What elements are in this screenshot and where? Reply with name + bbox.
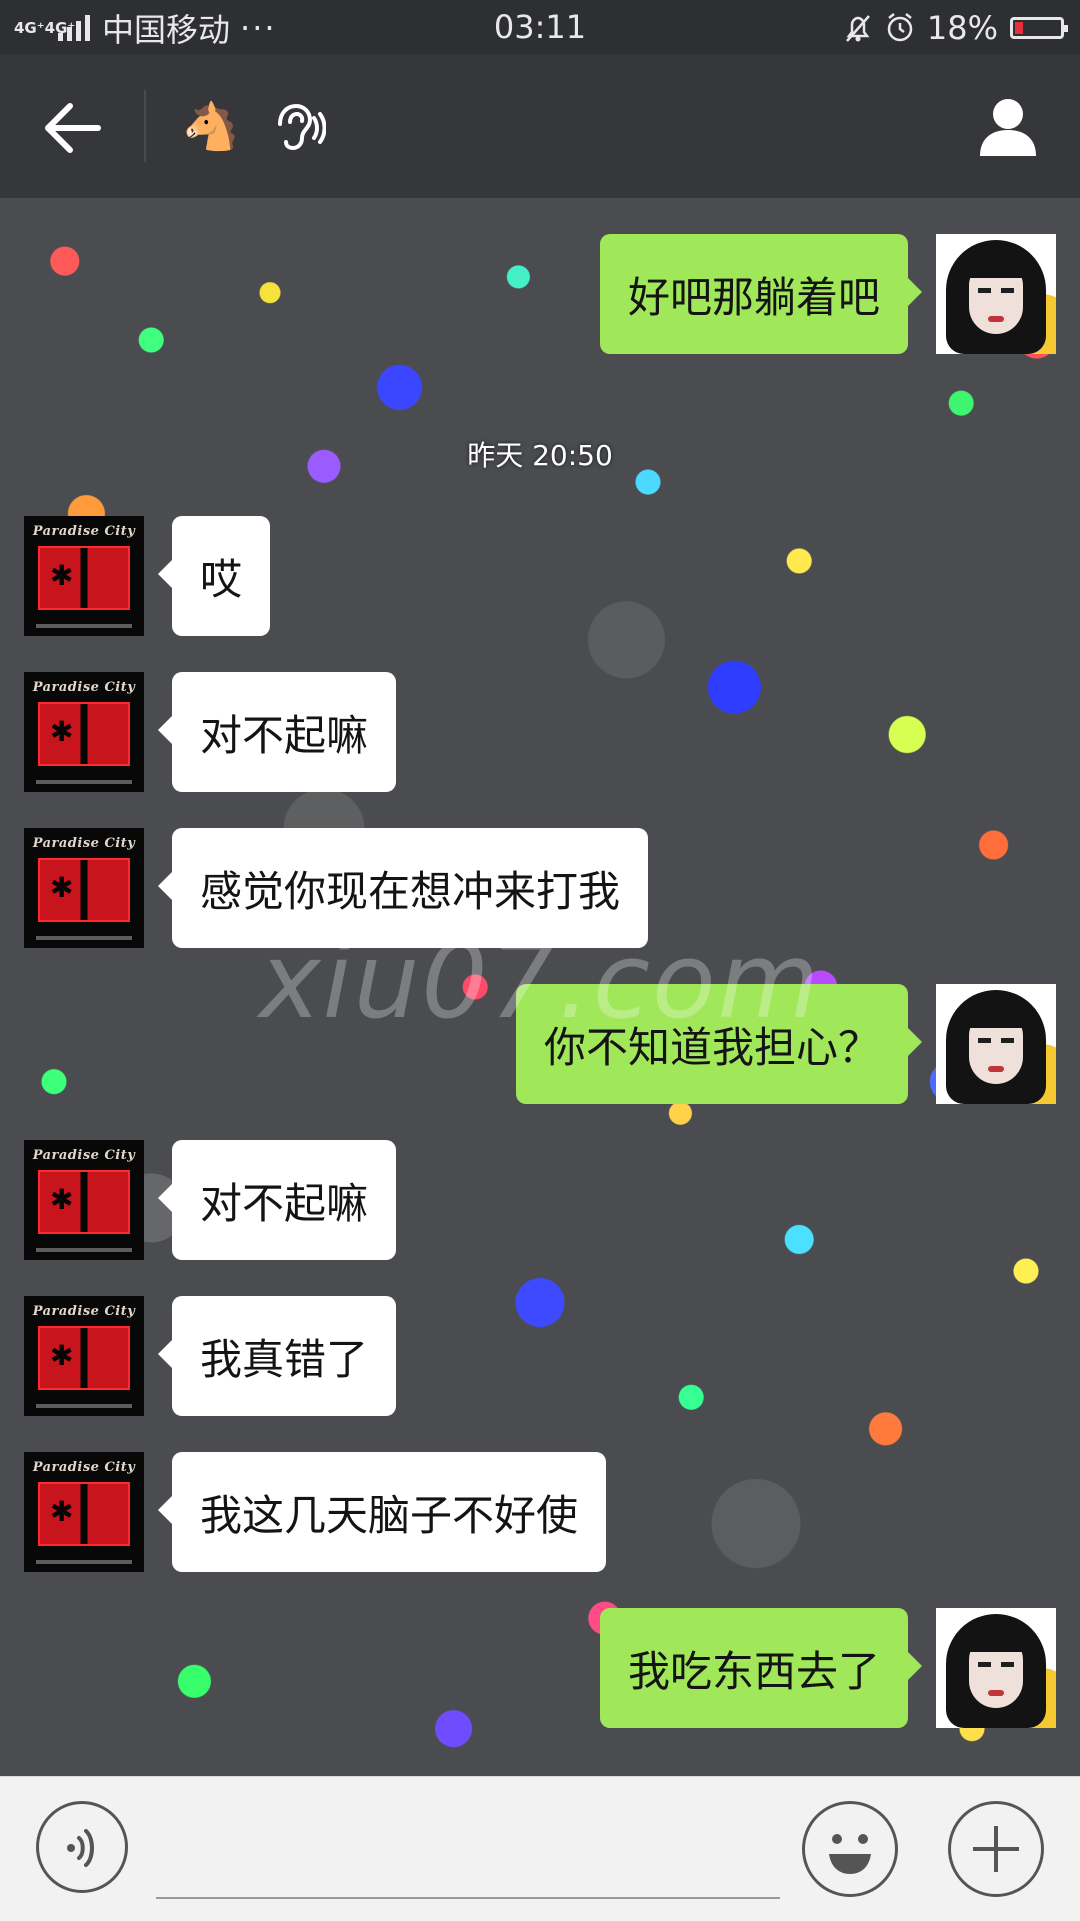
self-avatar[interactable] xyxy=(936,1608,1056,1728)
message-input[interactable] xyxy=(156,1803,780,1899)
message-bubble-self[interactable]: 好吧那躺着吧 xyxy=(599,234,923,354)
self-avatar[interactable] xyxy=(936,234,1056,354)
status-right: 18% xyxy=(843,6,1068,50)
smiley-icon xyxy=(829,1834,871,1874)
alarm-icon xyxy=(887,13,913,42)
message-row-peer: Paradise City ✱ 我这几天脑子不好使 xyxy=(0,1452,1080,1572)
message-bubble-peer[interactable]: 对不起嘛 xyxy=(157,672,397,792)
message-bubble-self[interactable]: 我吃东西去了 xyxy=(599,1608,923,1728)
battery-icon xyxy=(1010,17,1068,39)
peer-avatar[interactable]: Paradise City ✱ xyxy=(24,1452,144,1572)
message-row-peer: Paradise City ✱ 我真错了 xyxy=(0,1296,1080,1416)
peer-avatar[interactable]: Paradise City ✱ xyxy=(24,1140,144,1260)
peer-avatar[interactable]: Paradise City ✱ xyxy=(24,672,144,792)
contact-name-emoji[interactable]: 🐴 xyxy=(182,96,239,156)
message-timestamp: 昨天 20:50 xyxy=(467,439,613,472)
message-row-peer: Paradise City ✱ 对不起嘛 xyxy=(0,672,1080,792)
bell-muted-icon xyxy=(845,15,870,42)
chat-header: 🐴 xyxy=(0,54,1080,198)
peer-avatar[interactable]: Paradise City ✱ xyxy=(24,1296,144,1416)
message-row-peer: Paradise City ✱ 哎 xyxy=(0,516,1080,636)
plus-icon xyxy=(973,1826,1019,1872)
message-row-peer: Paradise City ✱ 对不起嘛 xyxy=(0,1140,1080,1260)
message-bubble-peer[interactable]: 对不起嘛 xyxy=(157,1140,397,1260)
message-row-self: 好吧那躺着吧 xyxy=(0,234,1080,354)
plus-button[interactable] xyxy=(948,1801,1044,1897)
battery-level xyxy=(1015,22,1023,34)
message-bubble-peer[interactable]: 我这几天脑子不好使 xyxy=(157,1452,607,1572)
message-row-self: 我吃东西去了 xyxy=(0,1608,1080,1728)
input-bar xyxy=(0,1776,1080,1921)
battery-percent: 18% xyxy=(926,9,998,47)
message-bubble-peer[interactable]: 哎 xyxy=(157,516,271,636)
person-icon[interactable] xyxy=(976,94,1040,158)
status-bar: 4G⁺4G⁺ 中国移动 ··· 03:11 18% xyxy=(0,0,1080,54)
header-divider xyxy=(144,90,146,162)
chat-area[interactable]: 好吧那躺着吧 昨天 20:50 Paradise City ✱ 哎 Paradi… xyxy=(0,198,1080,1776)
earpiece-icon[interactable] xyxy=(272,100,326,156)
voice-icon xyxy=(67,1829,94,1867)
emoji-button[interactable] xyxy=(802,1801,898,1897)
message-bubble-peer[interactable]: 我真错了 xyxy=(157,1296,397,1416)
voice-button[interactable] xyxy=(36,1801,128,1893)
watermark: xiu07.com xyxy=(259,920,821,1042)
arrow-left-icon[interactable] xyxy=(40,98,104,158)
peer-avatar[interactable]: Paradise City ✱ xyxy=(24,516,144,636)
